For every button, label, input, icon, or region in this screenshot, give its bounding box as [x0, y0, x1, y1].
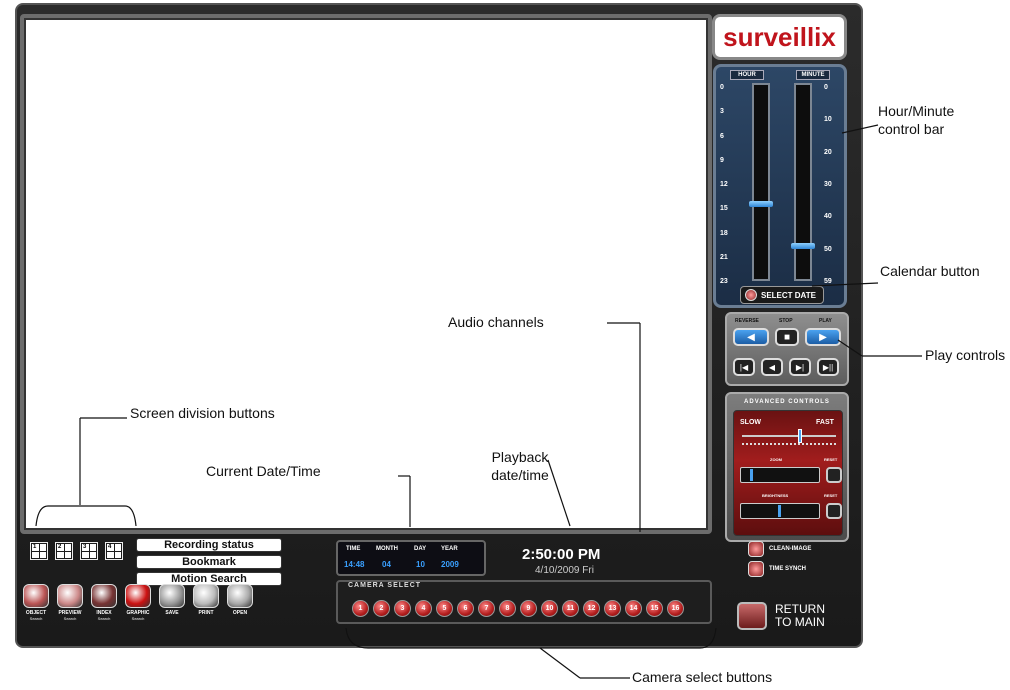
- camera-bracket: [345, 627, 717, 649]
- annotation-lines: [35, 124, 922, 679]
- playback-dt-annotation: Playback date/time: [491, 449, 549, 483]
- play-annotation: Play controls: [925, 347, 1006, 363]
- camera-pointer-a: [539, 647, 581, 679]
- calendar-annotation: Calendar button: [880, 263, 980, 279]
- current-dt-annotation: Current Date/Time: [206, 463, 321, 479]
- play-pointer-a: [837, 339, 863, 357]
- screen-division-annotation: Screen division buttons: [130, 405, 275, 421]
- camera-select-annotation: Camera select buttons: [632, 669, 773, 685]
- screenshot: surveillix HOUR MINUTE 0 3 6 9 12 15 18 21 23 01…: [0, 0, 1010, 690]
- division-bracket: [35, 505, 137, 527]
- calendar-pointer: [811, 282, 879, 287]
- audio-annotation: Audio channels: [448, 314, 544, 330]
- hour-minute-annotation: Hour/Minute control bar: [878, 103, 955, 137]
- hour-minute-pointer: [841, 124, 879, 134]
